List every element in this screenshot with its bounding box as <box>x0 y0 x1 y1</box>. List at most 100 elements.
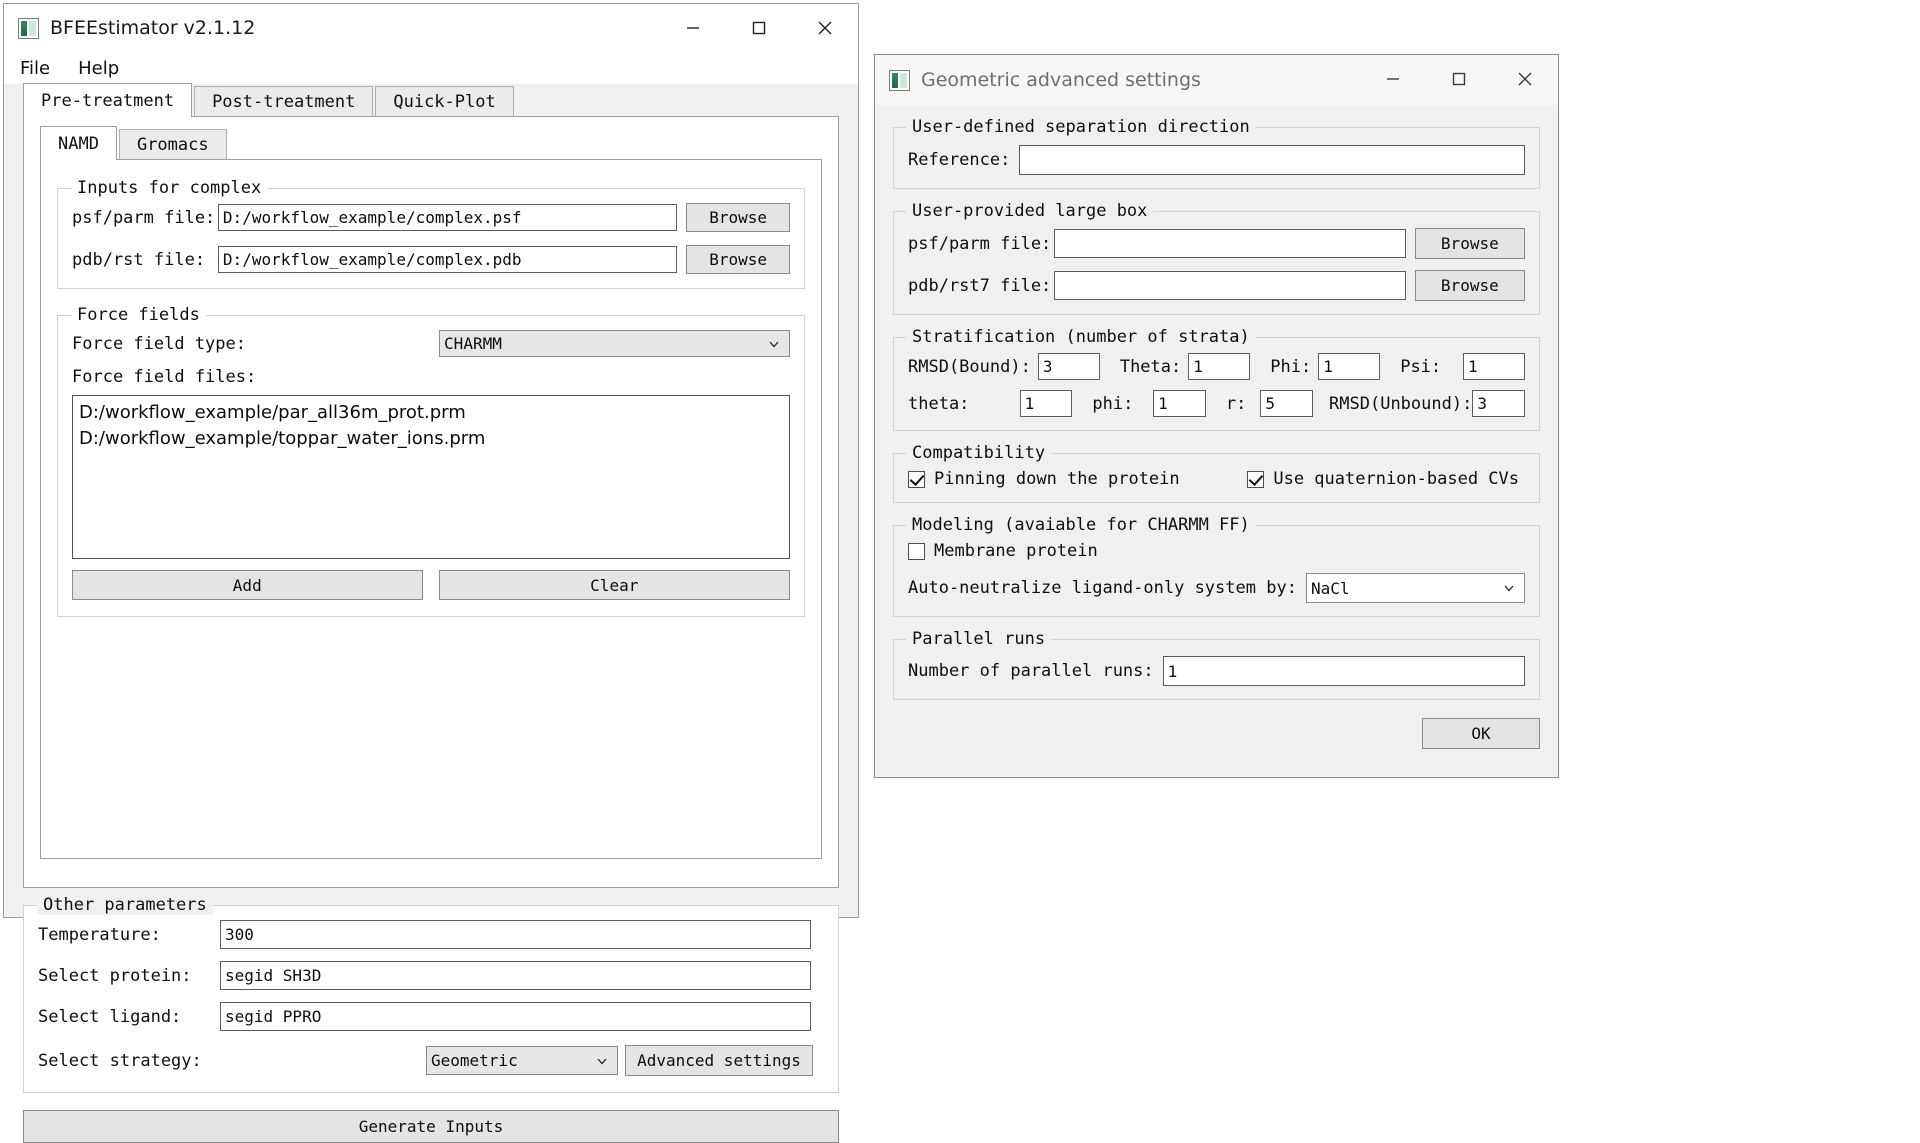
select-protein-input[interactable]: segid SH3D <box>220 961 811 990</box>
inputs-for-complex-group: Inputs for complex psf/parm file: D:/wor… <box>57 178 805 289</box>
large-box-pdb-label: pdb/rst7 file: <box>908 275 1052 296</box>
engine-tabstrip: NAMD Gromacs <box>24 117 838 161</box>
namd-panel: Inputs for complex psf/parm file: D:/wor… <box>40 159 822 859</box>
membrane-protein-label: Membrane protein <box>934 541 1098 561</box>
ok-button[interactable]: OK <box>1422 718 1540 749</box>
reference-input[interactable] <box>1018 145 1525 175</box>
select-strategy-select[interactable]: Geometric <box>426 1046 618 1075</box>
inputs-for-complex-legend: Inputs for complex <box>71 178 268 198</box>
select-protein-label: Select protein: <box>38 965 192 986</box>
dialog-body: User-defined separation direction Refere… <box>875 105 1558 777</box>
generate-inputs-row: Generate Inputs <box>23 1110 839 1143</box>
clear-force-fields-button[interactable]: Clear <box>438 570 790 600</box>
add-force-field-button[interactable]: Add <box>72 570 423 600</box>
stratification-legend: Stratification (number of strata) <box>906 327 1256 347</box>
large-box-pdb-row: pdb/rst7 file: Browse <box>908 270 1525 301</box>
dialog-footer: OK <box>893 718 1540 749</box>
membrane-protein-row: Membrane protein <box>908 541 1525 561</box>
main-window-body: Pre-treatment Post-treatment Quick-Plot … <box>4 83 858 1143</box>
psf-parm-label: psf/parm file: <box>72 207 216 228</box>
force-field-files-row: Force field files: <box>72 367 790 387</box>
large-box-pdb-browse-button[interactable]: Browse <box>1414 270 1525 301</box>
select-ligand-input[interactable]: segid PPRO <box>220 1002 811 1031</box>
parallel-runs-row: Number of parallel runs: 1 <box>908 656 1525 686</box>
quaternion-cvs-checkbox[interactable] <box>1247 470 1265 488</box>
phi-lower-input[interactable]: 1 <box>1153 390 1206 417</box>
pdb-rst-input[interactable]: D:/workflow_example/complex.pdb <box>217 246 678 273</box>
large-box-psf-input[interactable] <box>1053 229 1406 258</box>
chevron-down-icon <box>597 1058 607 1064</box>
close-icon[interactable] <box>792 4 858 52</box>
pinning-down-protein-checkbox[interactable] <box>908 470 925 488</box>
temperature-input[interactable]: 300 <box>220 920 811 949</box>
select-protein-row: Select protein: segid SH3D <box>38 961 824 990</box>
rmsd-unbound-input[interactable]: 3 <box>1472 390 1526 417</box>
psf-parm-browse-button[interactable]: Browse <box>686 203 790 232</box>
compatibility-legend: Compatibility <box>906 443 1052 463</box>
psf-parm-input[interactable]: D:/workflow_example/complex.psf <box>217 204 678 231</box>
rmsd-bound-label: RMSD(Bound): <box>908 356 1031 377</box>
large-box-pdb-input[interactable] <box>1053 271 1406 300</box>
chevron-down-icon <box>769 341 779 347</box>
r-label: r: <box>1225 393 1247 414</box>
parallel-runs-label: Number of parallel runs: <box>908 661 1154 681</box>
theta-upper-input[interactable]: 1 <box>1188 353 1251 380</box>
force-field-files-list[interactable]: D:/workflow_example/par_all36m_prot.prm … <box>72 395 790 559</box>
parallel-runs-legend: Parallel runs <box>906 629 1052 649</box>
pdb-rst-row: pdb/rst file: D:/workflow_example/comple… <box>72 245 790 274</box>
maximize-icon[interactable] <box>1426 55 1492 103</box>
stratification-row-1: RMSD(Bound): 3 Theta: 1 Phi: 1 Psi: 1 <box>908 353 1525 380</box>
psi-label: Psi: <box>1400 356 1442 377</box>
force-field-type-label: Force field type: <box>72 333 246 354</box>
phi-upper-input[interactable]: 1 <box>1318 353 1381 380</box>
theta-lower-input[interactable]: 1 <box>1019 390 1073 417</box>
quaternion-cvs-label: Use quaternion-based CVs <box>1273 469 1519 489</box>
menu-file[interactable]: File <box>17 56 53 81</box>
modeling-legend: Modeling (avaiable for CHARMM FF) <box>906 515 1256 535</box>
parallel-runs-input[interactable]: 1 <box>1162 656 1525 686</box>
large-box-psf-browse-button[interactable]: Browse <box>1414 228 1525 259</box>
auto-neutralize-select[interactable]: NaCl <box>1305 573 1525 603</box>
reference-label: Reference: <box>908 150 1011 170</box>
large-box-psf-row: psf/parm file: Browse <box>908 228 1525 259</box>
reference-row: Reference: <box>908 145 1525 175</box>
generate-inputs-button[interactable]: Generate Inputs <box>23 1110 839 1143</box>
r-input[interactable]: 5 <box>1260 390 1314 417</box>
advanced-settings-button[interactable]: Advanced settings <box>625 1045 813 1076</box>
theta-lower-label: theta: <box>908 393 970 414</box>
list-item[interactable]: D:/workflow_example/par_all36m_prot.prm <box>79 400 783 426</box>
dialog-titlebar: Geometric advanced settings <box>875 55 1558 106</box>
minimize-icon[interactable] <box>1360 55 1426 103</box>
tab-post-treatment[interactable]: Post-treatment <box>194 86 374 118</box>
psi-input[interactable]: 1 <box>1463 353 1525 380</box>
pdb-rst-browse-button[interactable]: Browse <box>686 245 790 274</box>
phi-upper-label: Phi: <box>1270 356 1312 377</box>
select-strategy-row: Select strategy: Geometric Advanced sett… <box>38 1045 824 1076</box>
close-icon[interactable] <box>1492 55 1558 103</box>
psf-parm-row: psf/parm file: D:/workflow_example/compl… <box>72 203 790 232</box>
force-field-type-select[interactable]: CHARMM <box>439 330 790 357</box>
auto-neutralize-label: Auto-neutralize ligand-only system by: <box>908 578 1297 598</box>
membrane-protein-checkbox[interactable] <box>908 542 925 560</box>
dialog-title: Geometric advanced settings <box>921 69 1201 91</box>
rmsd-bound-input[interactable]: 3 <box>1037 353 1100 380</box>
separation-direction-group: User-defined separation direction Refere… <box>893 117 1540 189</box>
pre-treatment-panel: NAMD Gromacs Inputs for complex psf/parm… <box>23 116 839 888</box>
tab-pre-treatment[interactable]: Pre-treatment <box>23 83 193 117</box>
chevron-down-icon <box>1504 585 1514 592</box>
tab-namd[interactable]: NAMD <box>40 126 117 160</box>
maximize-icon[interactable] <box>726 4 792 52</box>
force-fields-legend: Force fields <box>71 305 206 325</box>
auto-neutralize-row: Auto-neutralize ligand-only system by: N… <box>908 573 1525 603</box>
temperature-label: Temperature: <box>38 924 161 945</box>
select-strategy-label: Select strategy: <box>38 1050 202 1071</box>
tab-quick-plot[interactable]: Quick-Plot <box>375 86 514 118</box>
list-item[interactable]: D:/workflow_example/toppar_water_ions.pr… <box>79 426 783 452</box>
large-box-legend: User-provided large box <box>906 201 1154 221</box>
menu-help[interactable]: Help <box>75 56 122 81</box>
stratification-row-2: theta: 1 phi: 1 r: 5 RMSD(Unbound): 3 <box>908 390 1526 417</box>
minimize-icon[interactable] <box>660 4 726 52</box>
compatibility-row: Pinning down the protein Use quaternion-… <box>908 469 1525 489</box>
tab-gromacs[interactable]: Gromacs <box>118 129 227 161</box>
main-tabstrip: Pre-treatment Post-treatment Quick-Plot <box>4 83 858 118</box>
